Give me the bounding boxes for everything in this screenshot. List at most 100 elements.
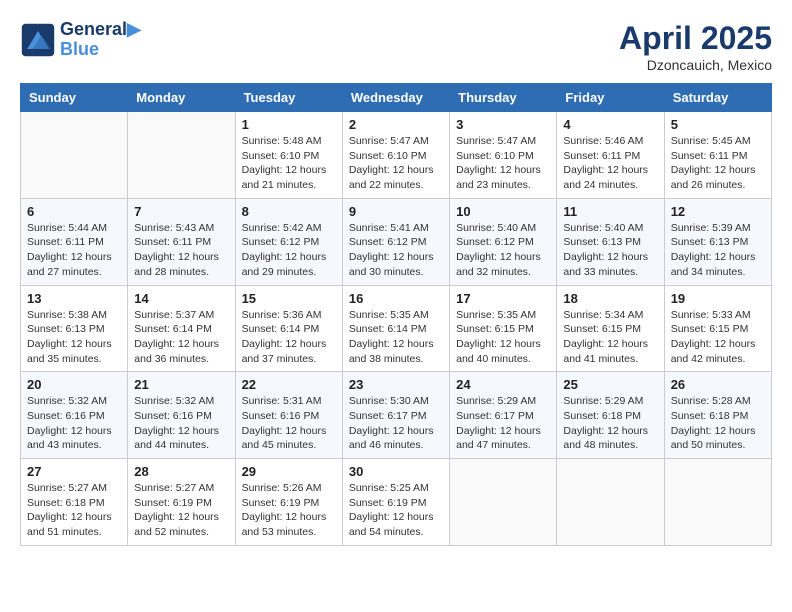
calendar-cell: 1 Sunrise: 5:48 AMSunset: 6:10 PMDaylight…	[235, 112, 342, 199]
day-number: 19	[671, 291, 765, 306]
day-info: Sunrise: 5:41 AMSunset: 6:12 PMDaylight:…	[349, 221, 443, 280]
day-info: Sunrise: 5:27 AMSunset: 6:18 PMDaylight:…	[27, 481, 121, 540]
weekday-header: Wednesday	[342, 84, 449, 112]
day-number: 8	[242, 204, 336, 219]
day-info: Sunrise: 5:26 AMSunset: 6:19 PMDaylight:…	[242, 481, 336, 540]
weekday-header: Thursday	[450, 84, 557, 112]
calendar-cell: 27 Sunrise: 5:27 AMSunset: 6:18 PMDayligh…	[21, 459, 128, 546]
day-info: Sunrise: 5:35 AMSunset: 6:14 PMDaylight:…	[349, 308, 443, 367]
day-info: Sunrise: 5:39 AMSunset: 6:13 PMDaylight:…	[671, 221, 765, 280]
day-number: 28	[134, 464, 228, 479]
calendar-cell: 13 Sunrise: 5:38 AMSunset: 6:13 PMDayligh…	[21, 285, 128, 372]
day-number: 13	[27, 291, 121, 306]
calendar-cell: 16 Sunrise: 5:35 AMSunset: 6:14 PMDayligh…	[342, 285, 449, 372]
calendar-cell	[450, 459, 557, 546]
calendar-cell: 19 Sunrise: 5:33 AMSunset: 6:15 PMDayligh…	[664, 285, 771, 372]
calendar-cell: 11Sunrise: 5:40 AMSunset: 6:13 PMDayligh…	[557, 198, 664, 285]
calendar-cell: 3 Sunrise: 5:47 AMSunset: 6:10 PMDaylight…	[450, 112, 557, 199]
day-number: 15	[242, 291, 336, 306]
calendar-week-row: 27 Sunrise: 5:27 AMSunset: 6:18 PMDayligh…	[21, 459, 772, 546]
day-info: Sunrise: 5:32 AMSunset: 6:16 PMDaylight:…	[134, 394, 228, 453]
day-number: 20	[27, 377, 121, 392]
calendar-cell: 15 Sunrise: 5:36 AMSunset: 6:14 PMDayligh…	[235, 285, 342, 372]
day-number: 24	[456, 377, 550, 392]
day-info: Sunrise: 5:42 AMSunset: 6:12 PMDaylight:…	[242, 221, 336, 280]
location: Dzoncauich, Mexico	[619, 57, 772, 73]
day-number: 17	[456, 291, 550, 306]
calendar-cell: 4Sunrise: 5:46 AMSunset: 6:11 PMDaylight…	[557, 112, 664, 199]
day-info: Sunrise: 5:37 AMSunset: 6:14 PMDaylight:…	[134, 308, 228, 367]
calendar-cell: 14 Sunrise: 5:37 AMSunset: 6:14 PMDayligh…	[128, 285, 235, 372]
day-number: 26	[671, 377, 765, 392]
calendar-cell	[664, 459, 771, 546]
weekday-header: Saturday	[664, 84, 771, 112]
day-info: Sunrise: 5:34 AMSunset: 6:15 PMDaylight:…	[563, 308, 657, 367]
day-number: 14	[134, 291, 228, 306]
day-number: 10	[456, 204, 550, 219]
day-info: Sunrise: 5:40 AMSunset: 6:13 PMDaylight:…	[563, 221, 657, 280]
calendar-cell: 20 Sunrise: 5:32 AMSunset: 6:16 PMDayligh…	[21, 372, 128, 459]
day-info: Sunrise: 5:40 AMSunset: 6:12 PMDaylight:…	[456, 221, 550, 280]
day-info: Sunrise: 5:44 AMSunset: 6:11 PMDaylight:…	[27, 221, 121, 280]
day-number: 12	[671, 204, 765, 219]
logo-text: General▶ Blue	[60, 20, 141, 60]
calendar-cell: 5 Sunrise: 5:45 AMSunset: 6:11 PMDaylight…	[664, 112, 771, 199]
day-info: Sunrise: 5:28 AMSunset: 6:18 PMDaylight:…	[671, 394, 765, 453]
calendar-cell: 26 Sunrise: 5:28 AMSunset: 6:18 PMDayligh…	[664, 372, 771, 459]
calendar-week-row: 1 Sunrise: 5:48 AMSunset: 6:10 PMDaylight…	[21, 112, 772, 199]
day-number: 5	[671, 117, 765, 132]
day-number: 21	[134, 377, 228, 392]
calendar-cell: 6 Sunrise: 5:44 AMSunset: 6:11 PMDaylight…	[21, 198, 128, 285]
day-info: Sunrise: 5:33 AMSunset: 6:15 PMDaylight:…	[671, 308, 765, 367]
calendar-cell: 17Sunrise: 5:35 AMSunset: 6:15 PMDayligh…	[450, 285, 557, 372]
day-number: 29	[242, 464, 336, 479]
calendar-cell: 10 Sunrise: 5:40 AMSunset: 6:12 PMDayligh…	[450, 198, 557, 285]
day-number: 7	[134, 204, 228, 219]
day-info: Sunrise: 5:48 AMSunset: 6:10 PMDaylight:…	[242, 134, 336, 193]
calendar-header-row: SundayMondayTuesdayWednesdayThursdayFrid…	[21, 84, 772, 112]
month-title: April 2025	[619, 20, 772, 57]
day-info: Sunrise: 5:29 AMSunset: 6:17 PMDaylight:…	[456, 394, 550, 453]
day-number: 22	[242, 377, 336, 392]
calendar-cell	[21, 112, 128, 199]
day-number: 30	[349, 464, 443, 479]
calendar-cell: 30 Sunrise: 5:25 AMSunset: 6:19 PMDayligh…	[342, 459, 449, 546]
weekday-header: Sunday	[21, 84, 128, 112]
day-number: 1	[242, 117, 336, 132]
day-info: Sunrise: 5:47 AMSunset: 6:10 PMDaylight:…	[456, 134, 550, 193]
calendar-week-row: 6 Sunrise: 5:44 AMSunset: 6:11 PMDaylight…	[21, 198, 772, 285]
day-number: 6	[27, 204, 121, 219]
day-info: Sunrise: 5:47 AMSunset: 6:10 PMDaylight:…	[349, 134, 443, 193]
day-number: 3	[456, 117, 550, 132]
logo: General▶ Blue	[20, 20, 141, 60]
calendar-cell: 28 Sunrise: 5:27 AMSunset: 6:19 PMDayligh…	[128, 459, 235, 546]
weekday-header: Tuesday	[235, 84, 342, 112]
day-info: Sunrise: 5:32 AMSunset: 6:16 PMDaylight:…	[27, 394, 121, 453]
calendar-week-row: 20 Sunrise: 5:32 AMSunset: 6:16 PMDayligh…	[21, 372, 772, 459]
calendar-cell: 21 Sunrise: 5:32 AMSunset: 6:16 PMDayligh…	[128, 372, 235, 459]
weekday-header: Friday	[557, 84, 664, 112]
day-number: 2	[349, 117, 443, 132]
weekday-header: Monday	[128, 84, 235, 112]
day-number: 25	[563, 377, 657, 392]
title-area: April 2025 Dzoncauich, Mexico	[619, 20, 772, 73]
day-number: 27	[27, 464, 121, 479]
day-info: Sunrise: 5:27 AMSunset: 6:19 PMDaylight:…	[134, 481, 228, 540]
day-info: Sunrise: 5:38 AMSunset: 6:13 PMDaylight:…	[27, 308, 121, 367]
day-number: 4	[563, 117, 657, 132]
calendar-cell: 2 Sunrise: 5:47 AMSunset: 6:10 PMDaylight…	[342, 112, 449, 199]
day-info: Sunrise: 5:25 AMSunset: 6:19 PMDaylight:…	[349, 481, 443, 540]
calendar-cell	[128, 112, 235, 199]
day-number: 16	[349, 291, 443, 306]
day-number: 9	[349, 204, 443, 219]
calendar-cell: 23Sunrise: 5:30 AMSunset: 6:17 PMDayligh…	[342, 372, 449, 459]
calendar-cell: 24 Sunrise: 5:29 AMSunset: 6:17 PMDayligh…	[450, 372, 557, 459]
page-header: General▶ Blue April 2025 Dzoncauich, Mex…	[20, 20, 772, 73]
day-number: 18	[563, 291, 657, 306]
calendar-cell: 7Sunrise: 5:43 AMSunset: 6:11 PMDaylight…	[128, 198, 235, 285]
calendar-cell: 9 Sunrise: 5:41 AMSunset: 6:12 PMDaylight…	[342, 198, 449, 285]
calendar-cell: 12 Sunrise: 5:39 AMSunset: 6:13 PMDayligh…	[664, 198, 771, 285]
day-info: Sunrise: 5:36 AMSunset: 6:14 PMDaylight:…	[242, 308, 336, 367]
calendar-cell: 25Sunrise: 5:29 AMSunset: 6:18 PMDayligh…	[557, 372, 664, 459]
day-info: Sunrise: 5:45 AMSunset: 6:11 PMDaylight:…	[671, 134, 765, 193]
